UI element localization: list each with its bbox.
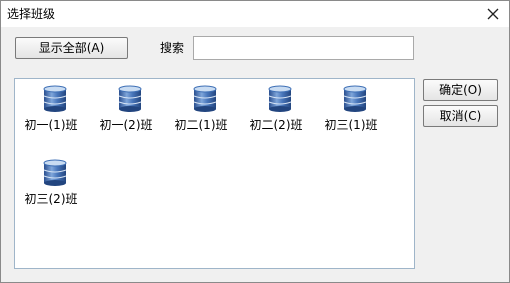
- ok-button[interactable]: 确定(O): [423, 79, 498, 101]
- list-item[interactable]: 初二(2)班: [243, 81, 309, 141]
- title-bar: 选择班级: [1, 1, 509, 27]
- list-item[interactable]: 初三(1)班: [318, 81, 384, 141]
- toolbar: 显示全部(A) 搜索: [1, 27, 509, 67]
- database-icon: [42, 85, 68, 113]
- list-item[interactable]: 初一(1)班: [18, 81, 84, 141]
- window-title: 选择班级: [7, 7, 56, 21]
- close-icon: [487, 8, 499, 20]
- database-icon: [342, 85, 368, 113]
- show-all-button[interactable]: 显示全部(A): [15, 37, 128, 59]
- list-item[interactable]: 初一(2)班: [93, 81, 159, 141]
- database-icon: [42, 159, 68, 187]
- database-icon: [117, 85, 143, 113]
- class-label: 初一(1)班: [24, 118, 78, 132]
- cancel-button[interactable]: 取消(C): [423, 105, 498, 127]
- search-label: 搜索: [160, 41, 185, 55]
- class-label: 初三(1)班: [324, 118, 378, 132]
- class-label: 初二(2)班: [249, 118, 303, 132]
- database-icon: [267, 85, 293, 113]
- class-label: 初二(1)班: [174, 118, 228, 132]
- class-label: 初三(2)班: [24, 192, 78, 206]
- list-item[interactable]: 初三(2)班: [18, 155, 84, 215]
- close-button[interactable]: [483, 4, 503, 24]
- select-class-dialog: 选择班级 显示全部(A) 搜索 初一(1)班 初一(2)班 初二(1)班 初二(…: [0, 0, 510, 283]
- list-item[interactable]: 初二(1)班: [168, 81, 234, 141]
- class-label: 初一(2)班: [99, 118, 153, 132]
- class-list[interactable]: 初一(1)班 初一(2)班 初二(1)班 初二(2)班 初三(1)班 初三(2)…: [14, 78, 415, 269]
- database-icon: [192, 85, 218, 113]
- dialog-body: 初一(1)班 初一(2)班 初二(1)班 初二(2)班 初三(1)班 初三(2)…: [1, 67, 509, 282]
- search-input[interactable]: [193, 36, 414, 60]
